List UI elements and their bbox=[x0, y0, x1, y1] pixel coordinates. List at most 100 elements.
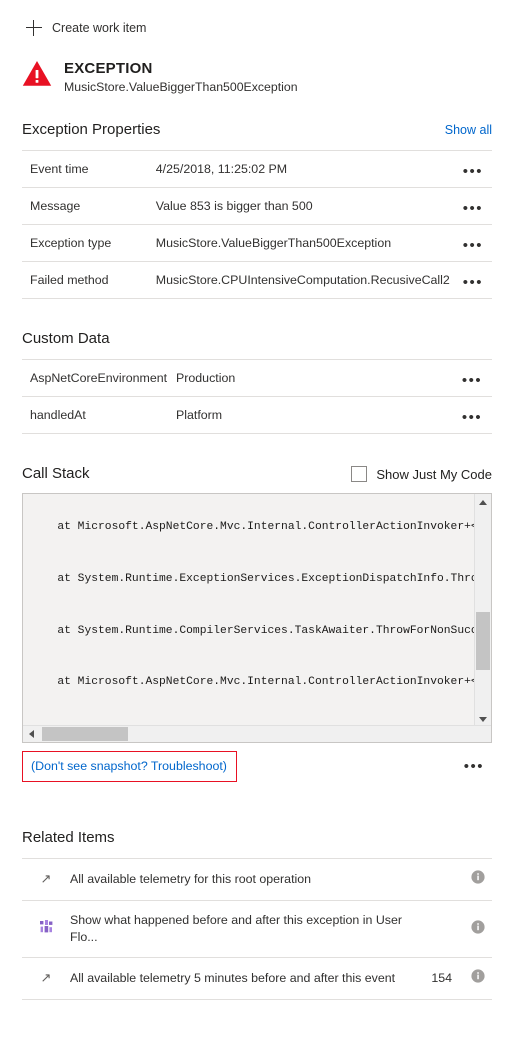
troubleshoot-actions: ••• bbox=[460, 758, 492, 776]
create-work-item-button[interactable]: Create work item bbox=[22, 18, 150, 38]
show-just-my-code-checkbox[interactable] bbox=[351, 466, 368, 482]
plus-icon bbox=[26, 20, 42, 36]
table-row: Event time 4/25/2018, 11:25:02 PM ••• bbox=[22, 151, 492, 188]
chevron-left-icon bbox=[28, 730, 34, 738]
property-key: Exception type bbox=[30, 236, 112, 250]
show-just-my-code-label: Show Just My Code bbox=[376, 466, 492, 482]
troubleshoot-row: (Don't see snapshot? Troubleshoot) ••• bbox=[0, 743, 514, 782]
row-actions-cell: ••• bbox=[454, 225, 492, 262]
row-more-button[interactable]: ••• bbox=[459, 164, 487, 179]
custom-data-title: Custom Data bbox=[22, 330, 110, 347]
call-stack-line: at Microsoft.AspNetCore.Mvc.Internal.Con… bbox=[37, 521, 492, 534]
row-more-button[interactable]: ••• bbox=[458, 410, 486, 425]
related-items-table: ↗ All available telemetry for this root … bbox=[22, 858, 492, 1000]
vertical-scrollbar-thumb[interactable] bbox=[476, 612, 490, 670]
related-items-title: Related Items bbox=[22, 829, 115, 846]
custom-data-key: handledAt bbox=[30, 408, 86, 422]
related-items-header: Related Items bbox=[22, 828, 492, 858]
property-value: Value 853 is bigger than 500 bbox=[155, 199, 313, 213]
list-item[interactable]: ↗ All available telemetry 5 minutes befo… bbox=[22, 958, 492, 1000]
call-stack-section: Call Stack Show Just My Code at Microsof… bbox=[0, 464, 514, 743]
show-all-link[interactable]: Show all bbox=[445, 122, 492, 139]
table-row: Failed method MusicStore.CPUIntensiveCom… bbox=[22, 262, 492, 299]
chevron-down-icon bbox=[479, 716, 487, 722]
custom-data-value: Production bbox=[176, 371, 236, 385]
command-bar: Create work item bbox=[0, 0, 514, 42]
property-value: MusicStore.CPUIntensiveComputation.Recus… bbox=[155, 273, 450, 287]
property-key: Event time bbox=[30, 162, 89, 176]
property-key: Failed method bbox=[30, 273, 109, 287]
custom-data-section: Custom Data AspNetCoreEnvironment Produc… bbox=[0, 329, 514, 434]
related-item-count bbox=[431, 859, 464, 901]
related-item-count bbox=[431, 901, 464, 958]
related-item-label: All available telemetry 5 minutes before… bbox=[70, 971, 396, 985]
row-more-button[interactable]: ••• bbox=[459, 201, 487, 216]
property-key: Message bbox=[30, 199, 81, 213]
exception-title: EXCEPTION bbox=[64, 60, 153, 77]
property-value: 4/25/2018, 11:25:02 PM bbox=[155, 162, 288, 176]
external-link-arrow-icon: ↗ bbox=[40, 871, 52, 886]
row-more-button[interactable]: ••• bbox=[458, 373, 486, 388]
scroll-up-button[interactable] bbox=[475, 494, 491, 510]
list-item[interactable]: ↗ All available telemetry for this root … bbox=[22, 859, 492, 901]
table-row: AspNetCoreEnvironment Production ••• bbox=[22, 360, 492, 397]
related-item-icon-cell: ↗ bbox=[22, 859, 64, 901]
horizontal-scrollbar-thumb[interactable] bbox=[42, 727, 128, 741]
custom-data-value: Platform bbox=[176, 408, 223, 422]
related-item-info-cell[interactable] bbox=[464, 958, 492, 1000]
row-actions-cell: ••• bbox=[454, 262, 492, 299]
scrollbar-corner bbox=[475, 726, 491, 742]
create-work-item-label: Create work item bbox=[52, 21, 147, 35]
exception-properties-section: Exception Properties Show all Event time… bbox=[0, 120, 514, 299]
call-stack-title: Call Stack bbox=[22, 465, 90, 482]
related-item-icon-cell bbox=[22, 901, 64, 958]
call-stack-line: at System.Runtime.ExceptionServices.Exce… bbox=[37, 573, 492, 585]
exception-subtitle: MusicStore.ValueBiggerThan500Exception bbox=[64, 80, 298, 94]
related-item-info-cell[interactable] bbox=[464, 901, 492, 958]
row-actions-cell: ••• bbox=[454, 188, 492, 225]
related-item-icon-cell: ↗ bbox=[22, 958, 64, 1000]
row-actions-cell: ••• bbox=[454, 151, 492, 188]
exception-properties-table: Event time 4/25/2018, 11:25:02 PM ••• Me… bbox=[22, 150, 492, 299]
call-stack-line: at Microsoft.AspNetCore.Mvc.Internal.Con… bbox=[37, 676, 492, 689]
call-stack-box[interactable]: at Microsoft.AspNetCore.Mvc.Internal.Con… bbox=[22, 493, 492, 743]
related-item-label: All available telemetry for this root op… bbox=[70, 872, 312, 886]
external-link-arrow-icon: ↗ bbox=[40, 970, 52, 985]
error-triangle-icon bbox=[22, 60, 52, 92]
info-icon[interactable] bbox=[471, 969, 485, 988]
troubleshoot-link[interactable]: (Don't see snapshot? Troubleshoot) bbox=[31, 759, 227, 773]
exception-header-text: EXCEPTION MusicStore.ValueBiggerThan500E… bbox=[64, 58, 298, 96]
custom-data-table: AspNetCoreEnvironment Production ••• han… bbox=[22, 359, 492, 434]
table-row: handledAt Platform ••• bbox=[22, 397, 492, 434]
property-value: MusicStore.ValueBiggerThan500Exception bbox=[155, 236, 392, 250]
table-row: Exception type MusicStore.ValueBiggerTha… bbox=[22, 225, 492, 262]
row-actions-cell: ••• bbox=[452, 360, 492, 397]
call-stack-header: Call Stack Show Just My Code bbox=[22, 464, 492, 493]
scroll-left-button[interactable] bbox=[23, 726, 39, 742]
info-icon[interactable] bbox=[471, 870, 485, 889]
related-item-info-cell[interactable] bbox=[464, 859, 492, 901]
table-row: Message Value 853 is bigger than 500 ••• bbox=[22, 188, 492, 225]
related-item-label: Show what happened before and after this… bbox=[70, 913, 403, 944]
snapshot-more-button[interactable]: ••• bbox=[460, 759, 488, 774]
custom-data-header: Custom Data bbox=[22, 329, 492, 359]
related-items-section: Related Items ↗ All available telemetry … bbox=[0, 828, 514, 1000]
exception-properties-title: Exception Properties bbox=[22, 121, 161, 138]
related-item-count: 154 bbox=[431, 971, 452, 985]
troubleshoot-highlight-box: (Don't see snapshot? Troubleshoot) bbox=[22, 751, 237, 782]
row-more-button[interactable]: ••• bbox=[459, 275, 487, 290]
exception-properties-header: Exception Properties Show all bbox=[22, 120, 492, 150]
exception-details-page: Create work item EXCEPTION MusicStore.Va… bbox=[0, 0, 514, 1038]
user-flows-icon bbox=[39, 920, 53, 938]
row-more-button[interactable]: ••• bbox=[459, 238, 487, 253]
list-item[interactable]: Show what happened before and after this… bbox=[22, 901, 492, 958]
chevron-up-icon bbox=[479, 499, 487, 505]
custom-data-key: AspNetCoreEnvironment bbox=[30, 371, 168, 385]
exception-header: EXCEPTION MusicStore.ValueBiggerThan500E… bbox=[0, 42, 514, 96]
call-stack-lines: at Microsoft.AspNetCore.Mvc.Internal.Con… bbox=[23, 494, 492, 742]
call-stack-horizontal-scrollbar[interactable] bbox=[23, 725, 491, 742]
info-icon[interactable] bbox=[471, 919, 485, 939]
call-stack-vertical-scrollbar[interactable] bbox=[474, 494, 491, 727]
row-actions-cell: ••• bbox=[452, 397, 492, 434]
show-just-my-code-toggle[interactable]: Show Just My Code bbox=[351, 466, 492, 483]
